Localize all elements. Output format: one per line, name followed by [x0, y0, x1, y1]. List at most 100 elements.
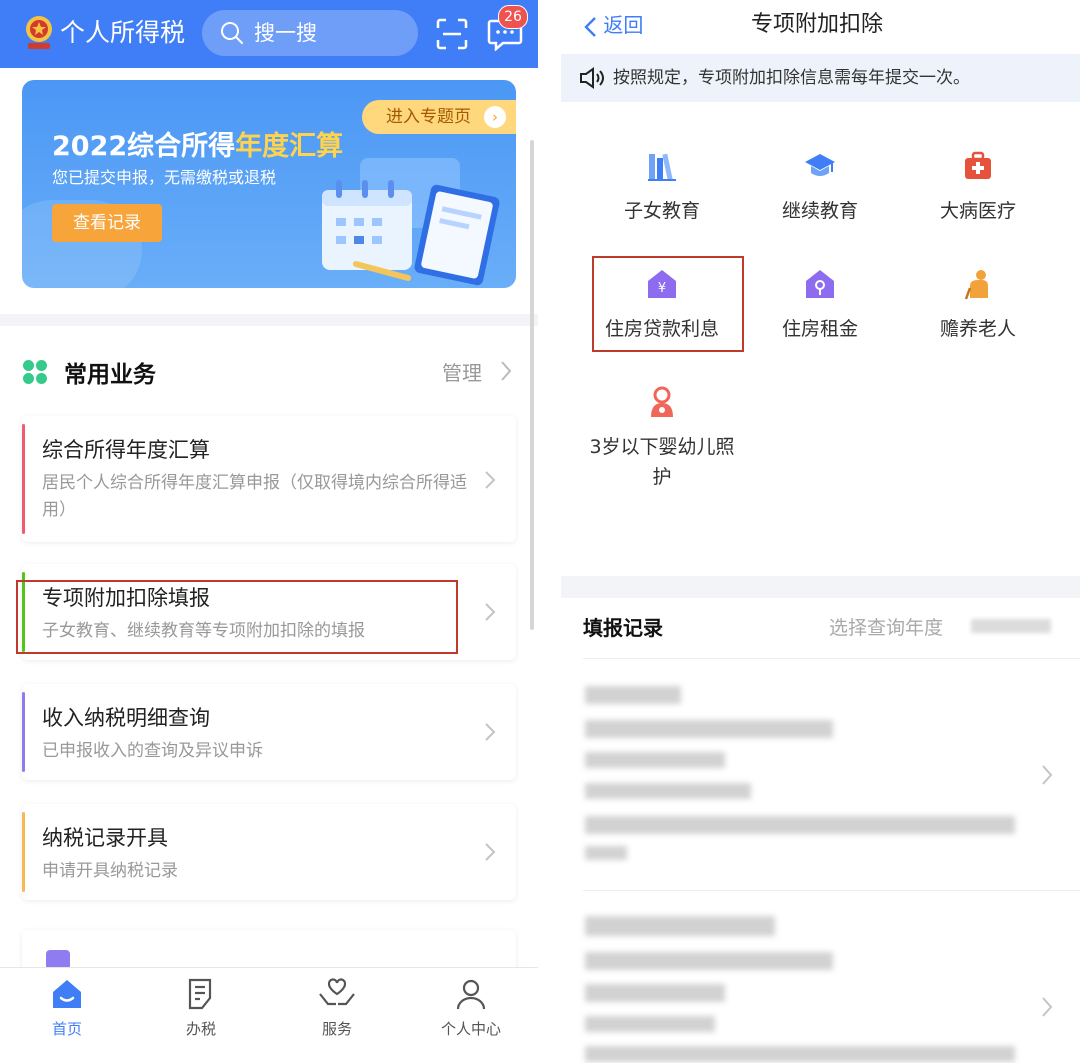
search-placeholder: 搜一搜	[254, 21, 317, 45]
card-title: 纳税记录开具	[42, 826, 168, 850]
app-title: 个人所得税	[60, 18, 186, 47]
chevron-right-icon	[485, 723, 496, 741]
panel-gap	[538, 0, 561, 1063]
chevron-right-icon	[1042, 765, 1053, 785]
search-box[interactable]: 搜一搜	[202, 10, 418, 56]
blurred-text	[585, 720, 833, 738]
item-label: 大病医疗	[939, 200, 1016, 222]
topic-page-tag[interactable]: 进入专题页 ›	[362, 100, 516, 134]
calendar-document-illustration	[322, 158, 500, 286]
card-subtitle: 居民个人综合所得年度汇算申报（仅取得境内综合所得适用）	[42, 473, 467, 520]
blurred-text	[585, 916, 775, 936]
notice-bar: 按照规定，专项附加扣除信息需每年提交一次。	[561, 54, 1080, 102]
item-children-education[interactable]: 子女教育	[587, 150, 737, 226]
item-label: 子女教育	[623, 200, 700, 222]
blurred-text	[585, 816, 1015, 834]
chevron-left-icon	[584, 16, 596, 37]
search-icon	[221, 22, 243, 44]
chevron-right-icon	[485, 471, 496, 489]
right-screen: 返回 专项附加扣除 按照规定，专项附加扣除信息需每年提交一次。 子女教育 继续教…	[561, 0, 1080, 1063]
graduation-cap-icon	[805, 154, 835, 176]
card-title: 综合所得年度汇算	[42, 438, 210, 462]
section-separator	[561, 576, 1080, 598]
chevron-right-icon: ›	[484, 106, 506, 128]
tab-profile[interactable]: 个人中心	[426, 976, 516, 1039]
page-title: 专项附加扣除	[751, 12, 884, 37]
tab-home[interactable]: 首页	[22, 976, 112, 1039]
divider	[583, 890, 1080, 891]
item-housing-rent[interactable]: 住房租金	[745, 268, 895, 344]
item-infant-care[interactable]: 3岁以下婴幼儿照护	[587, 386, 737, 492]
card-title: 收入纳税明细查询	[42, 706, 210, 730]
nav-header: 返回 专项附加扣除	[561, 0, 1080, 54]
blurred-text	[585, 952, 833, 970]
blurred-text	[585, 783, 751, 799]
section-separator	[0, 314, 538, 326]
blurred-text	[585, 752, 725, 768]
item-label: 赡养老人	[939, 318, 1016, 340]
year-filter-value-blurred[interactable]	[971, 619, 1051, 633]
chevron-right-icon	[501, 361, 512, 381]
card-accent-bar	[22, 812, 25, 892]
tab-label: 个人中心	[440, 1020, 501, 1038]
blurred-text	[585, 1046, 1015, 1062]
topic-page-label: 进入专题页	[386, 107, 471, 127]
common-services-title: 常用业务	[64, 362, 156, 388]
service-card-annual-settlement[interactable]: 综合所得年度汇算 居民个人综合所得年度汇算申报（仅取得境内综合所得适用）	[22, 416, 516, 542]
item-label: 住房租金	[781, 318, 858, 340]
document-edit-icon	[188, 978, 212, 1010]
tab-label: 服务	[321, 1020, 352, 1038]
blurred-text	[585, 1016, 715, 1032]
tab-tax[interactable]: 办税	[156, 976, 246, 1039]
back-button[interactable]: 返回	[583, 10, 643, 40]
highlight-box	[16, 580, 458, 654]
mother-baby-icon	[651, 386, 673, 417]
chevron-right-icon	[485, 603, 496, 621]
scan-icon[interactable]	[436, 18, 468, 50]
chevron-right-icon	[485, 843, 496, 861]
annual-settlement-banner[interactable]: 进入专题页 › 2022综合所得年度汇算 您已提交申报，无需缴税或退税 查看记录	[22, 80, 516, 288]
blurred-text	[585, 686, 681, 704]
card-accent-bar	[22, 692, 25, 772]
house-key-icon	[806, 270, 834, 298]
elder-icon	[964, 270, 988, 300]
item-serious-illness[interactable]: 大病医疗	[903, 150, 1053, 226]
service-card-income-query[interactable]: 收入纳税明细查询 已申报收入的查询及异议申诉	[22, 684, 516, 780]
service-card-tax-record[interactable]: 纳税记录开具 申请开具纳税记录	[22, 804, 516, 900]
item-label: 3岁以下婴幼儿照护	[589, 436, 735, 488]
item-elderly-support[interactable]: 赡养老人	[903, 268, 1053, 344]
tab-label: 办税	[185, 1020, 216, 1038]
chevron-right-icon	[1042, 997, 1053, 1017]
banner-subtitle: 您已提交申报，无需缴税或退税	[52, 168, 277, 187]
app-header: 个人所得税 搜一搜 26	[0, 0, 538, 68]
tab-label: 首页	[51, 1020, 82, 1038]
scrollbar[interactable]	[530, 140, 534, 630]
four-leaf-apps-icon	[23, 360, 47, 384]
year-filter[interactable]: 选择查询年度	[829, 613, 943, 640]
manage-link[interactable]: 管理	[442, 357, 482, 386]
banner-title-prefix: 2022综合所得	[52, 131, 236, 162]
tab-services[interactable]: 服务	[292, 976, 382, 1039]
left-screen: 个人所得税 搜一搜 26 进入专题页 › 2022综合所得年度汇算 您已提交申报…	[0, 0, 538, 1063]
banner-title: 2022综合所得年度汇算	[52, 124, 343, 163]
records-title: 填报记录	[583, 616, 663, 640]
tax-emblem-icon	[26, 16, 52, 49]
view-records-button[interactable]: 查看记录	[52, 204, 162, 242]
back-label: 返回	[603, 13, 644, 37]
speaker-icon	[580, 67, 604, 89]
item-label: 继续教育	[781, 200, 858, 222]
bottom-tabbar: 首页 办税 服务 个人中心	[0, 967, 538, 1063]
home-icon	[53, 980, 81, 1008]
card-subtitle: 申请开具纳税记录	[42, 861, 178, 881]
books-icon	[648, 153, 676, 181]
blurred-text	[585, 984, 725, 1002]
highlight-box	[592, 256, 744, 352]
heart-hands-icon	[319, 978, 355, 1006]
item-continuing-education[interactable]: 继续教育	[745, 150, 895, 226]
user-icon	[456, 979, 486, 1010]
message-badge: 26	[498, 5, 528, 29]
card-accent-bar	[22, 424, 25, 534]
blurred-text	[585, 846, 627, 860]
notice-text: 按照规定，专项附加扣除信息需每年提交一次。	[613, 68, 970, 88]
card-subtitle: 已申报收入的查询及异议申诉	[42, 741, 263, 761]
